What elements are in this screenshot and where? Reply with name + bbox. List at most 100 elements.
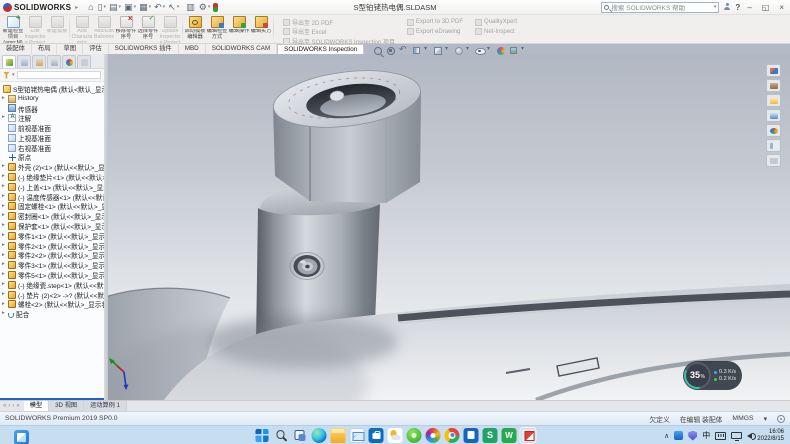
tree-item-component[interactable]: ▸ 零件5<1> (默认<<默认>_显示状态 bbox=[0, 270, 104, 280]
design-library-icon[interactable] bbox=[766, 79, 781, 92]
edge-icon[interactable] bbox=[312, 428, 327, 443]
filter-icon[interactable] bbox=[3, 72, 10, 79]
configurationmanager-tab[interactable] bbox=[32, 55, 46, 68]
tree-filter-input[interactable] bbox=[17, 71, 101, 79]
tree-item-component[interactable]: ▸ 保护套<1> (默认<<默认>_显示状 bbox=[0, 221, 104, 231]
net-speed-monitor[interactable]: 35 % 0.3 K/s 0.2 K/s bbox=[683, 361, 742, 390]
graphics-viewport[interactable] bbox=[108, 54, 790, 400]
status-item[interactable]: MMGS bbox=[732, 415, 753, 422]
tab-assembly[interactable]: 装配体 bbox=[0, 44, 32, 54]
tree-item-history[interactable]: ▸ History bbox=[0, 94, 104, 104]
tree-item-mates[interactable]: ▸ 配合 bbox=[0, 309, 104, 319]
section-view-icon[interactable] bbox=[411, 45, 422, 56]
tree-item-top-plane[interactable]: 上视基准面 bbox=[0, 133, 104, 143]
task-view-icon[interactable] bbox=[293, 428, 308, 443]
hide-show-items-icon[interactable] bbox=[474, 45, 485, 56]
print-icon[interactable]: ▦▾ bbox=[138, 1, 152, 14]
help-search-input[interactable]: 搜索 SOLIDWORKS 帮助 ▾ bbox=[601, 2, 719, 13]
appearances-scenes-icon[interactable] bbox=[766, 124, 781, 137]
search-options-caret-icon[interactable]: ▾ bbox=[714, 4, 717, 10]
tab-3d-views[interactable]: 3D 视图 bbox=[49, 401, 84, 411]
login-user-icon[interactable] bbox=[723, 3, 731, 11]
dropdown-caret-icon[interactable] bbox=[466, 45, 472, 56]
edit-actual-button[interactable]: 编辑实方 bbox=[250, 15, 272, 43]
filter-caret-icon[interactable]: ▾ bbox=[12, 72, 15, 78]
previous-view-icon[interactable] bbox=[398, 45, 409, 56]
tree-item-sensor-folder[interactable]: 传感器 bbox=[0, 104, 104, 114]
start-button-icon[interactable] bbox=[256, 429, 269, 442]
tab-solidworks-inspection[interactable]: SOLIDWORKS Inspection bbox=[277, 44, 364, 54]
tab-solidworks-addins[interactable]: SOLIDWORKS 插件 bbox=[109, 44, 179, 54]
tree-item-component[interactable]: ▸ 零件2<2> (默认<<默认>_显示状态 bbox=[0, 251, 104, 261]
tab-model[interactable]: 模型 bbox=[24, 401, 49, 411]
select-balloon-sequence-button[interactable]: 选择零件序号 bbox=[137, 15, 159, 43]
microsoft-store-icon[interactable] bbox=[369, 428, 384, 443]
model-3d[interactable] bbox=[108, 54, 790, 400]
tray-blue-app-icon[interactable] bbox=[674, 431, 683, 440]
dropdown-caret-icon[interactable] bbox=[521, 45, 527, 56]
tab-scroll-arrow-icon[interactable]: ‹ bbox=[8, 403, 10, 409]
search-icon[interactable] bbox=[274, 428, 289, 443]
tree-item-component[interactable]: ▸ 零件3<1> (默认<<默认>_显示状态 bbox=[0, 260, 104, 270]
home-icon[interactable]: ⌂ bbox=[87, 1, 95, 14]
tab-scroll-arrow-icon[interactable]: › bbox=[12, 403, 14, 409]
green-w-app-icon[interactable] bbox=[502, 428, 517, 443]
speaker-icon[interactable] bbox=[747, 433, 752, 439]
edit-inspection-method-button[interactable]: 编辑检查方式 bbox=[206, 15, 228, 43]
custom-properties-icon[interactable] bbox=[766, 139, 781, 152]
tab-motion-study-1[interactable]: 运动算例 1 bbox=[84, 401, 127, 411]
tab-scroll-arrow-icon[interactable]: « bbox=[3, 403, 6, 409]
dimxpertmanager-tab[interactable] bbox=[47, 55, 61, 68]
file-explorer-icon[interactable] bbox=[331, 428, 346, 443]
close-button[interactable]: × bbox=[776, 1, 787, 14]
rebuild-icon[interactable] bbox=[181, 1, 184, 14]
tree-item-component[interactable]: ▸ (-) 垫片 (2)<2> ->? (默认<<默认> bbox=[0, 290, 104, 300]
new-document-icon[interactable]: ▯▾ bbox=[97, 1, 107, 14]
status-item[interactable]: ▾ bbox=[764, 415, 767, 423]
select-icon[interactable]: ↖▾ bbox=[167, 1, 180, 14]
touch-keyboard-icon[interactable] bbox=[715, 432, 726, 440]
tab-mbd[interactable]: MBD bbox=[179, 44, 206, 54]
display-cast-icon[interactable] bbox=[731, 432, 742, 440]
mail-icon[interactable] bbox=[350, 428, 365, 443]
tree-item-component[interactable]: ▸ 零件1<1> (默认<<默认>_显示状态 bbox=[0, 231, 104, 241]
tree-item-component[interactable]: ▸ 螺栓<2> (默认<<默认>_显示状态 bbox=[0, 300, 104, 310]
tray-security-shield-icon[interactable] bbox=[688, 431, 697, 441]
solidworks-icon[interactable] bbox=[521, 428, 536, 443]
propertymanager-tab[interactable] bbox=[17, 55, 31, 68]
tree-item-component[interactable]: ▸ (-) 绝缘垫片<1> (默认<<默认>_显 bbox=[0, 172, 104, 182]
widgets-icon[interactable] bbox=[14, 430, 29, 444]
open-icon[interactable]: ▤▾ bbox=[108, 1, 122, 14]
tree-item-component[interactable]: ▸ 固定螺栓<1> (默认<<默认>_显示 bbox=[0, 202, 104, 212]
undo-icon[interactable]: ↶▾ bbox=[153, 1, 166, 14]
tree-item-component[interactable]: ▸ 外壳 (2)<1> (默认<<默认>_显示状 bbox=[0, 162, 104, 172]
edit-appearance-icon[interactable] bbox=[495, 45, 506, 56]
help-button[interactable]: ? bbox=[735, 3, 740, 12]
solidworks-logo[interactable]: SOLIDWORKS ▸ bbox=[3, 3, 81, 12]
green-app-icon[interactable] bbox=[407, 428, 422, 443]
options-icon[interactable]: ⚙▾ bbox=[198, 1, 212, 14]
tab-layout[interactable]: 布局 bbox=[32, 44, 58, 54]
view-palette-icon[interactable] bbox=[766, 109, 781, 122]
tree-item-origin[interactable]: 原点 bbox=[0, 153, 104, 163]
tree-item-component[interactable]: ▸ 密封圈<1> (默认<<默认>_显示状 bbox=[0, 211, 104, 221]
blue-doc-app-icon[interactable] bbox=[464, 428, 479, 443]
ime-language-indicator[interactable]: 中 bbox=[702, 430, 710, 441]
tree-item-component[interactable]: ▸ 零件2<1> (默认<<默认>_显示状态 bbox=[0, 241, 104, 251]
minimize-button[interactable]: – bbox=[744, 1, 754, 14]
weather-icon[interactable] bbox=[388, 428, 403, 443]
tray-chevron-up-icon[interactable]: ∧ bbox=[664, 432, 669, 440]
edit-operation-button[interactable]: 编辑操作 bbox=[228, 15, 250, 43]
remove-balloon-sequence-button[interactable]: 移除零件序号 bbox=[115, 15, 137, 43]
photos-icon[interactable] bbox=[426, 428, 441, 443]
tree-item-component[interactable]: ▸ (-) 温度传感器<1> (默认<<默认>_ bbox=[0, 192, 104, 202]
tree-item-component[interactable]: ▸ (-) 绝缘瓷.step<1> (默认<<默认 bbox=[0, 280, 104, 290]
tab-solidworks-cam[interactable]: SOLIDWORKS CAM bbox=[206, 44, 277, 54]
menu-expand-icon[interactable]: ▸ bbox=[75, 4, 78, 11]
restore-button[interactable]: ◱ bbox=[759, 1, 773, 14]
display-style-icon[interactable] bbox=[453, 45, 464, 56]
dropdown-caret-icon[interactable] bbox=[487, 45, 493, 56]
launch-template-editor-button[interactable]: 启动模板编辑器 bbox=[184, 15, 206, 43]
tab-sketch[interactable]: 草图 bbox=[57, 44, 83, 54]
status-options-icon[interactable] bbox=[777, 415, 785, 423]
